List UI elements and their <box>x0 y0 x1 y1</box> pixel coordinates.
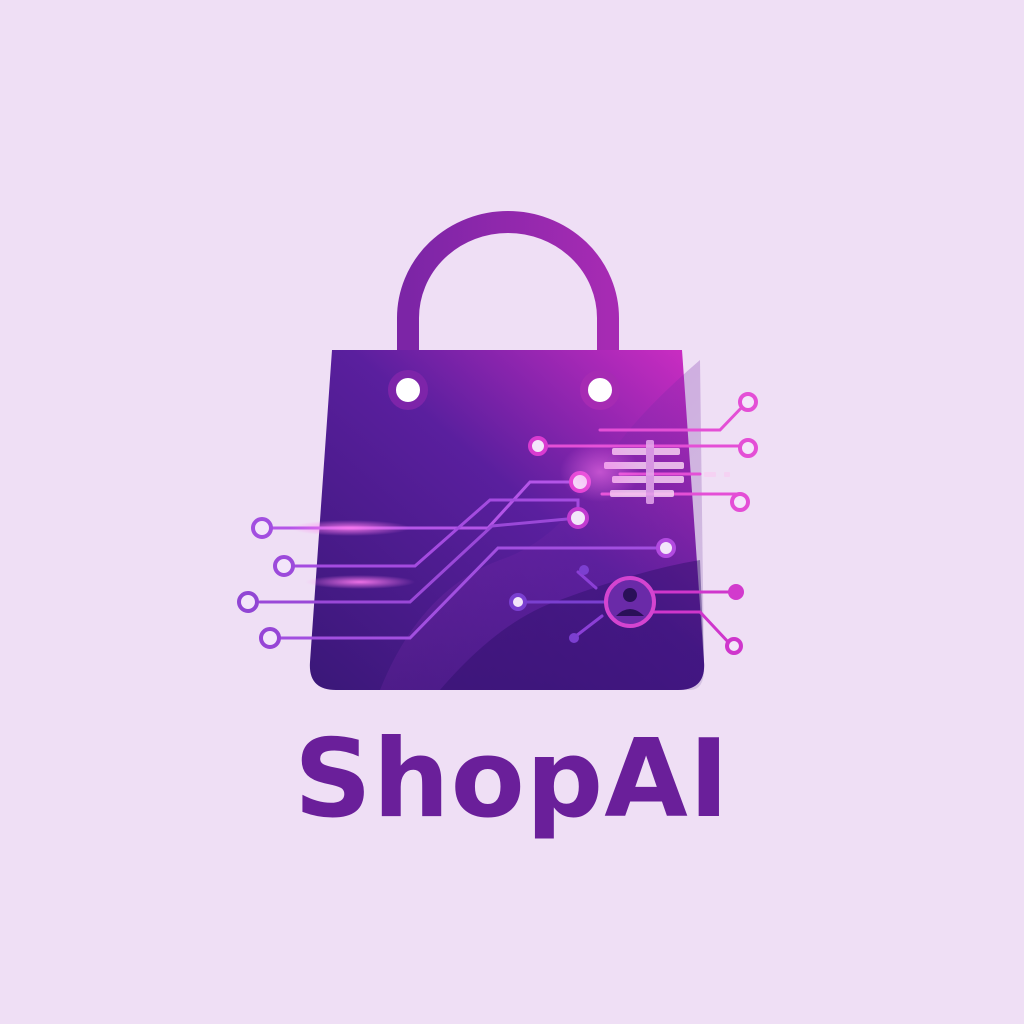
brand-wordmark: ShopAI <box>294 717 730 842</box>
shopai-logo: ShopAI <box>0 0 1024 1024</box>
bag-grommet-right <box>580 370 620 410</box>
glow-streak <box>290 520 410 536</box>
shopping-bag-icon <box>237 211 758 690</box>
user-avatar-icon <box>604 576 656 628</box>
circuit-node-dot <box>569 633 579 643</box>
glow-streak <box>305 575 415 589</box>
circuit-node-dot <box>579 565 589 575</box>
glow-streak <box>560 442 640 502</box>
circuit-node-solid <box>728 584 744 600</box>
bag-grommet-left <box>388 370 428 410</box>
